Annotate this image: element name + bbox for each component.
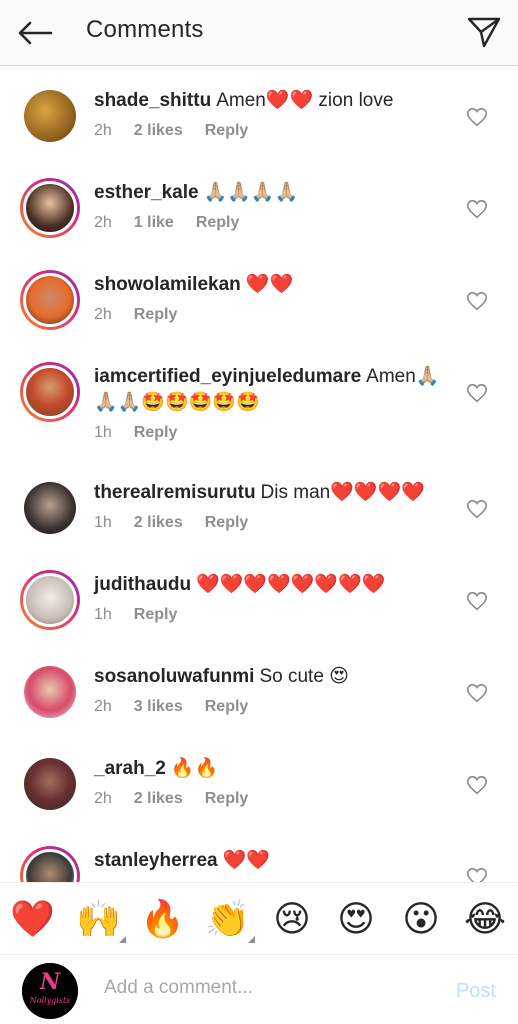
comment-time: 2h [94, 122, 112, 139]
avatar[interactable] [20, 478, 80, 538]
comment-username[interactable]: showolamilekan [94, 274, 241, 295]
reply-button[interactable]: Reply [134, 424, 178, 442]
reply-button[interactable]: Reply [205, 790, 249, 808]
heart-icon[interactable] [466, 106, 488, 128]
comment-username[interactable]: sosanoluwafunmi [94, 666, 254, 687]
comment-text: therealremisurutu Dis man❤️❤️❤️❤️ [94, 482, 425, 503]
skin-tone-indicator [248, 936, 255, 943]
heart-icon[interactable] [466, 590, 488, 612]
heart-icon[interactable] [466, 774, 488, 796]
comment-username[interactable]: judithaudu [94, 574, 191, 595]
emoji-tears-of-joy[interactable]: 😂 [463, 897, 507, 941]
comment-time: 2h [94, 698, 112, 715]
emoji-heart-eyes[interactable]: 😍 [334, 897, 378, 941]
avatar[interactable] [20, 86, 80, 146]
avatar[interactable] [20, 662, 80, 722]
nollygists-logo-icon: N Nollygists [22, 963, 78, 1019]
post-button[interactable]: Post [456, 980, 496, 1003]
avatar[interactable] [20, 178, 80, 238]
emoji-surprised-face[interactable]: 😮 [399, 897, 443, 941]
comment-text: iamcertified_eyinjueledumare Amen🙏🏼🙏🏼🙏🏼🤩🤩… [94, 366, 440, 413]
emoji-quick-bar: ❤️ 🙌 🔥 👏 😢 😍 😮 😂 [0, 882, 518, 954]
page-title: Comments [86, 16, 204, 43]
heart-icon[interactable] [466, 498, 488, 520]
comment-text: _arah_2 🔥🔥 [94, 758, 219, 779]
heart-icon[interactable] [466, 866, 488, 882]
avatar[interactable] [20, 846, 80, 882]
reply-button[interactable]: Reply [134, 306, 178, 324]
comment-time: 1h [94, 514, 112, 531]
comment-text: sosanoluwafunmi So cute 😍 [94, 666, 349, 687]
comment-time: 1h [94, 606, 112, 623]
emoji-fire[interactable]: 🔥 [140, 897, 185, 941]
comment-username[interactable]: _arah_2 [94, 758, 166, 779]
emoji-raising-hands[interactable]: 🙌 [76, 897, 126, 943]
svg-text:Nollygists: Nollygists [29, 996, 71, 1005]
comment-text: shade_shittu Amen❤️❤️ zion love [94, 90, 394, 111]
comment-text: esther_kale 🙏🏼🙏🏼🙏🏼🙏🏼 [94, 182, 299, 203]
comment-time: 2h [94, 306, 112, 323]
comment-likes[interactable]: 2 likes [134, 514, 183, 532]
comment-time: 2h [94, 214, 112, 231]
reply-button[interactable]: Reply [196, 214, 240, 232]
comment-likes[interactable]: 3 likes [134, 698, 183, 716]
paper-plane-icon [467, 17, 501, 48]
reply-button[interactable]: Reply [205, 514, 249, 532]
emoji-crying-face[interactable]: 😢 [270, 897, 314, 941]
heart-icon[interactable] [466, 382, 488, 404]
comment-input[interactable] [104, 977, 424, 999]
header-bar: Comments [0, 0, 518, 66]
user-avatar: N Nollygists [22, 963, 78, 1019]
back-button[interactable] [16, 14, 54, 52]
comment-username[interactable]: esther_kale [94, 182, 199, 203]
avatar[interactable] [20, 362, 80, 422]
comment-likes[interactable]: 2 likes [134, 122, 183, 140]
emoji-clapping-hands[interactable]: 👏 [205, 897, 255, 943]
comment-text: showolamilekan ❤️❤️ [94, 274, 294, 295]
heart-icon[interactable] [466, 682, 488, 704]
comments-list[interactable]: shade_shittu Amen❤️❤️ zion love 2h 2 likes… [0, 66, 518, 882]
comment-likes[interactable]: 1 like [134, 214, 174, 232]
emoji-heart[interactable]: ❤️ [10, 897, 55, 941]
skin-tone-indicator [119, 936, 126, 943]
comment-username[interactable]: iamcertified_eyinjueledumare [94, 366, 361, 387]
reply-button[interactable]: Reply [134, 606, 178, 624]
comment-username[interactable]: shade_shittu [94, 90, 211, 111]
reply-button[interactable]: Reply [205, 698, 249, 716]
avatar[interactable] [20, 270, 80, 330]
comment-time: 2h [94, 790, 112, 807]
avatar[interactable] [20, 570, 80, 630]
heart-icon[interactable] [466, 198, 488, 220]
svg-text:N: N [39, 969, 61, 995]
comment-likes[interactable]: 2 likes [134, 790, 183, 808]
avatar[interactable] [20, 754, 80, 814]
comment-time: 1h [94, 424, 112, 441]
reply-button[interactable]: Reply [205, 122, 249, 140]
heart-icon[interactable] [466, 290, 488, 312]
comment-composer: N Nollygists Post [0, 954, 518, 1024]
share-button[interactable] [464, 12, 504, 52]
comment-username[interactable]: therealremisurutu [94, 482, 256, 503]
comment-username[interactable]: stanleyherrea [94, 850, 218, 871]
arrow-left-icon [18, 21, 53, 45]
comment-text: stanleyherrea ❤️❤️ [94, 850, 270, 871]
comment-text: judithaudu ❤️❤️❤️❤️❤️❤️❤️❤️ [94, 574, 386, 595]
